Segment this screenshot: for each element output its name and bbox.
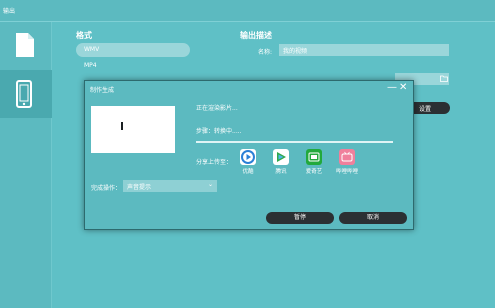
share-tencent-label: 腾讯 [275,169,287,175]
tencent-video-icon [273,149,289,165]
complete-action-label: 完成操作： [91,185,122,192]
format-heading: 格式 [76,31,92,40]
window-titlebar: 输出 [0,0,495,22]
progress-bar [196,141,393,143]
pause-button[interactable]: 暂停 [266,212,334,224]
sidebar-item-phone[interactable] [0,70,52,118]
complete-action-select[interactable]: 声音提示 ⌄ [123,180,217,192]
video-preview [91,106,175,153]
bilibili-icon [339,149,355,165]
youku-icon [240,149,256,165]
sidebar-item-document[interactable] [0,22,52,70]
share-youku-label: 优酷 [242,169,254,175]
phone-icon [16,80,32,108]
window-title: 输出 [3,8,16,15]
name-input[interactable]: 我的视频 [279,44,449,56]
close-icon[interactable]: ✕ [399,82,409,94]
folder-icon[interactable] [440,75,448,82]
share-youku[interactable]: 优酷 [235,149,261,175]
name-label: 名称: [258,49,273,56]
dialog-header: 制作生成 — ✕ [85,81,413,97]
cancel-button[interactable]: 取消 [339,212,407,224]
format-option-wmv[interactable]: WMV [76,43,190,57]
description-heading: 输出描述 [240,31,272,40]
share-iqiyi[interactable]: 爱奇艺 [301,149,327,175]
preview-cursor [121,122,123,130]
step-status: 步骤：转换中..... [196,128,242,135]
share-label: 分享上传至： [196,159,233,166]
sidebar [0,22,52,308]
dialog-title: 制作生成 [90,87,115,94]
complete-action-value: 声音提示 [127,184,152,191]
chevron-down-icon: ⌄ [207,181,213,188]
render-status: 正在渲染影片... [196,105,238,112]
share-tencent[interactable]: 腾讯 [268,149,294,175]
document-icon [16,33,34,57]
format-option-mp4[interactable]: MP4 [84,62,97,69]
share-bilibili-label: 哔哩哔哩 [335,169,358,175]
minimize-icon[interactable]: — [387,82,397,94]
render-dialog: 制作生成 — ✕ 正在渲染影片... 步骤：转换中..... 分享上传至： 优酷… [84,80,414,230]
share-iqiyi-label: 爱奇艺 [305,169,323,175]
iqiyi-icon [306,149,322,165]
share-bilibili[interactable]: 哔哩哔哩 [334,149,360,175]
